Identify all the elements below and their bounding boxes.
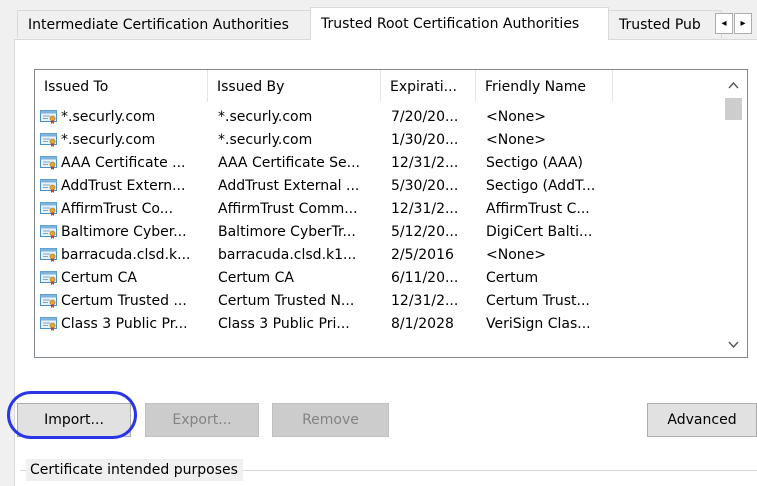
tab-strip: Intermediate Certification Authorities T… (0, 0, 757, 44)
certificate-icon (40, 133, 57, 147)
cell-issued-to: *.securly.com (61, 132, 156, 148)
certificate-icon (40, 202, 57, 216)
cell-issued-by: Class 3 Public Pri... (218, 316, 350, 332)
cell-issued-to: barracuda.clsd.k... (61, 247, 191, 263)
chevron-right-icon: ▸ (740, 18, 746, 29)
cell-issued-by: AddTrust External ... (218, 178, 360, 194)
cell-issued-to: Class 3 Public Pr... (61, 316, 188, 332)
advanced-button[interactable]: Advanced (647, 403, 757, 437)
tab-trusted-root-ca[interactable]: Trusted Root Certification Authorities (310, 7, 609, 40)
cell-friendly-name: Sectigo (AddT... (486, 178, 596, 194)
tab-label: Trusted Root Certification Authorities (321, 16, 580, 32)
table-row[interactable]: AffirmTrust Co... AffirmTrust Comm... 12/3… (35, 198, 715, 221)
column-header-label: Issued To (44, 79, 109, 95)
list-header: Issued To Issued By Expirati... Friendly… (35, 70, 735, 102)
cell-expiration: 8/1/2028 (391, 316, 454, 332)
cell-issued-by: Baltimore CyberTr... (218, 224, 356, 240)
table-row[interactable]: Baltimore Cyber... Baltimore CyberTr... 5/… (35, 221, 715, 244)
cell-friendly-name: Certum Trust... (486, 293, 590, 309)
cell-issued-to: AddTrust Extern... (61, 178, 186, 194)
cell-issued-by: AAA Certificate Se... (218, 155, 360, 171)
column-header-issued-by[interactable]: Issued By (208, 70, 381, 102)
scroll-up-button[interactable] (720, 74, 747, 96)
cell-issued-by: barracuda.clsd.k1... (218, 247, 357, 263)
table-row[interactable]: *.securly.com *.securly.com 1/30/20... <Non… (35, 129, 715, 152)
cell-issued-by: Certum CA (218, 270, 294, 286)
chevron-up-icon (728, 78, 739, 92)
cell-friendly-name: DigiCert Balti... (486, 224, 593, 240)
button-label: Remove (302, 412, 359, 428)
cell-expiration: 5/30/20... (391, 178, 459, 194)
cell-issued-to: *.securly.com (61, 109, 156, 125)
tab-intermediate-ca[interactable]: Intermediate Certification Authorities (17, 10, 311, 38)
cell-issued-to: AffirmTrust Co... (61, 201, 174, 217)
cell-issued-to: Baltimore Cyber... (61, 224, 187, 240)
tab-label: Trusted Pub (619, 17, 701, 33)
certificate-icon (40, 179, 57, 193)
column-header-label: Issued By (217, 79, 285, 95)
certificate-icon (40, 156, 57, 170)
column-header-issued-to[interactable]: Issued To (35, 70, 208, 102)
certificate-icon (40, 248, 57, 262)
certificate-icon (40, 271, 57, 285)
cell-expiration: 2/5/2016 (391, 247, 454, 263)
table-row[interactable]: AAA Certificate ... AAA Certificate Se...… (35, 152, 715, 175)
certificate-list[interactable]: Issued To Issued By Expirati... Friendly… (34, 69, 748, 358)
column-header-label: Expirati... (390, 79, 457, 95)
table-row[interactable]: AddTrust Extern... AddTrust External ... 5… (35, 175, 715, 198)
remove-button[interactable]: Remove (272, 403, 389, 437)
table-row[interactable]: *.securly.com *.securly.com 7/20/20... <Non… (35, 106, 715, 129)
scroll-thumb[interactable] (725, 98, 742, 120)
button-label: Export... (172, 412, 232, 428)
button-label: Import... (44, 412, 104, 428)
group-box-label: Certificate intended purposes (26, 459, 243, 481)
cell-expiration: 12/31/2... (391, 201, 459, 217)
tab-label: Intermediate Certification Authorities (28, 17, 289, 33)
certificate-icon (40, 294, 57, 308)
tab-scroll-left-button[interactable]: ◂ (715, 13, 733, 34)
certificate-icon (40, 110, 57, 124)
table-row[interactable]: barracuda.clsd.k... barracuda.clsd.k1... 2… (35, 244, 715, 267)
certificate-icon (40, 317, 57, 331)
cell-expiration: 12/31/2... (391, 155, 459, 171)
cell-issued-by: *.securly.com (218, 109, 313, 125)
cell-friendly-name: AffirmTrust C... (486, 201, 590, 217)
certificate-icon (40, 225, 57, 239)
table-row[interactable]: Class 3 Public Pr... Class 3 Public Pri..… (35, 313, 715, 336)
button-label: Advanced (667, 412, 737, 428)
chevron-down-icon (728, 337, 739, 351)
chevron-left-icon: ◂ (721, 18, 727, 29)
cell-friendly-name: <None> (486, 132, 546, 148)
tab-trusted-publishers[interactable]: Trusted Pub (608, 10, 722, 38)
table-row[interactable]: Certum Trusted ... Certum Trusted N... 12/… (35, 290, 715, 313)
cell-expiration: 7/20/20... (391, 109, 459, 125)
column-header-expiration[interactable]: Expirati... (381, 70, 476, 102)
column-header-friendly-name[interactable]: Friendly Name (476, 70, 613, 102)
export-button[interactable]: Export... (145, 403, 259, 437)
cell-issued-to: Certum Trusted ... (61, 293, 187, 309)
cell-issued-to: Certum CA (61, 270, 137, 286)
cell-expiration: 6/11/20... (391, 270, 459, 286)
vertical-scrollbar[interactable] (720, 70, 747, 357)
cell-expiration: 12/31/2... (391, 293, 459, 309)
table-row[interactable]: Certum CA Certum CA 6/11/20... Certum (35, 267, 715, 290)
cell-issued-to: AAA Certificate ... (61, 155, 186, 171)
cell-friendly-name: <None> (486, 109, 546, 125)
scroll-down-button[interactable] (720, 333, 747, 355)
cell-expiration: 1/30/20... (391, 132, 459, 148)
import-button[interactable]: Import... (17, 403, 131, 437)
cell-issued-by: *.securly.com (218, 132, 313, 148)
cell-issued-by: Certum Trusted N... (218, 293, 355, 309)
cell-friendly-name: Sectigo (AAA) (486, 155, 583, 171)
cell-friendly-name: <None> (486, 247, 546, 263)
cell-friendly-name: VeriSign Clas... (486, 316, 591, 332)
column-header-label: Friendly Name (485, 79, 586, 95)
tab-scroll-right-button[interactable]: ▸ (734, 13, 752, 34)
cell-expiration: 5/12/20... (391, 224, 459, 240)
cell-friendly-name: Certum (486, 270, 539, 286)
cell-issued-by: AffirmTrust Comm... (218, 201, 358, 217)
